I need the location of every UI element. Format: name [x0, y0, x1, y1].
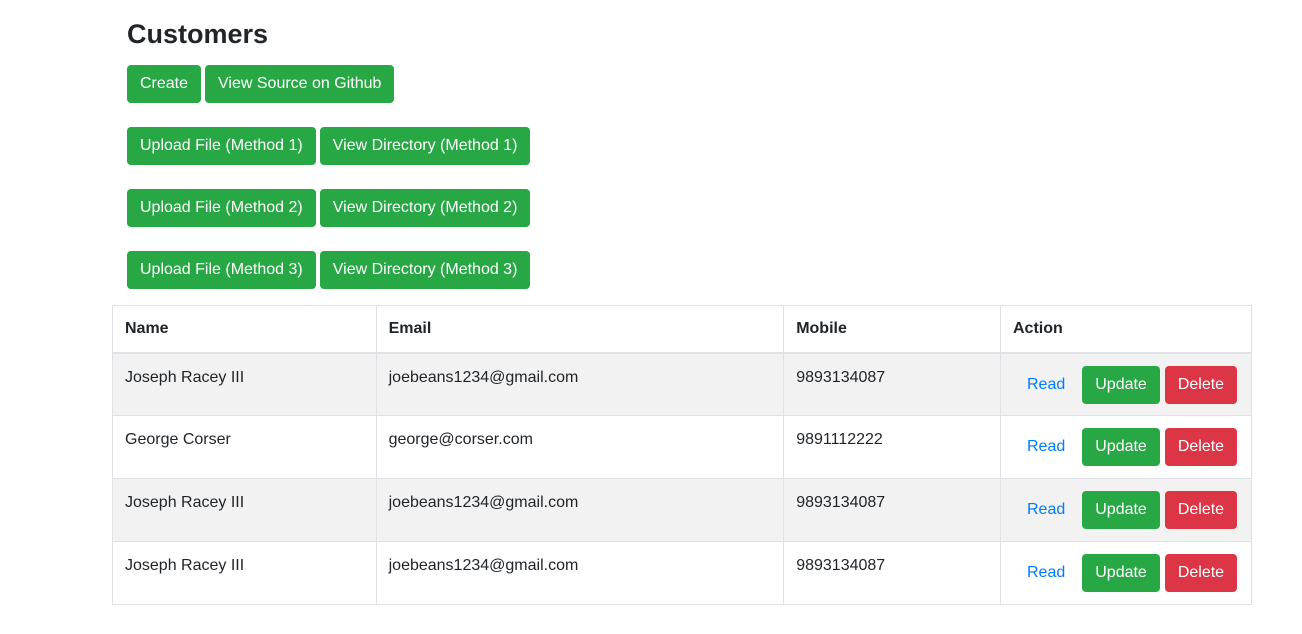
delete-button[interactable]: Delete	[1164, 491, 1238, 529]
create-button[interactable]: Create	[127, 65, 202, 103]
read-button[interactable]: Read	[1015, 554, 1077, 592]
table-body: Joseph Racey III joebeans1234@gmail.com …	[112, 352, 1253, 605]
cell-name: Joseph Racey III	[112, 352, 377, 416]
update-button[interactable]: Update	[1082, 491, 1160, 529]
method-3-button-row: Upload File (Method 3) View Directory (M…	[127, 251, 531, 289]
method-1-button-row: Upload File (Method 1) View Directory (M…	[127, 127, 531, 165]
row-actions: Read Update Delete	[1015, 428, 1239, 466]
header-email: Email	[375, 305, 785, 354]
view-directory-method-2-button[interactable]: View Directory (Method 2)	[319, 189, 531, 227]
view-directory-method-3-button[interactable]: View Directory (Method 3)	[319, 251, 531, 289]
cell-email: george@corser.com	[375, 415, 785, 479]
view-directory-method-1-button[interactable]: View Directory (Method 1)	[319, 127, 531, 165]
cell-action: Read Update Delete	[999, 478, 1253, 542]
header-mobile: Mobile	[783, 305, 1001, 354]
cell-action: Read Update Delete	[999, 415, 1253, 479]
cell-name: George Corser	[112, 415, 377, 479]
header-name: Name	[112, 305, 377, 354]
customers-table: Name Email Mobile Action Joseph Racey II…	[112, 305, 1253, 605]
table-header: Name Email Mobile Action	[112, 305, 1253, 354]
cell-name: Joseph Racey III	[112, 478, 377, 542]
upload-file-method-2-button[interactable]: Upload File (Method 2)	[127, 189, 316, 227]
table-row: Joseph Racey III joebeans1234@gmail.com …	[112, 478, 1253, 542]
table-row: Joseph Racey III joebeans1234@gmail.com …	[112, 352, 1253, 416]
cell-name: Joseph Racey III	[112, 541, 377, 605]
read-button[interactable]: Read	[1015, 366, 1077, 404]
cell-email: joebeans1234@gmail.com	[375, 478, 785, 542]
method-2-button-row: Upload File (Method 2) View Directory (M…	[127, 189, 531, 227]
row-actions: Read Update Delete	[1015, 554, 1239, 592]
view-source-github-button[interactable]: View Source on Github	[205, 65, 395, 103]
cell-email: joebeans1234@gmail.com	[375, 541, 785, 605]
upload-file-method-1-button[interactable]: Upload File (Method 1)	[127, 127, 316, 165]
cell-action: Read Update Delete	[999, 352, 1253, 416]
cell-email: joebeans1234@gmail.com	[375, 352, 785, 416]
update-button[interactable]: Update	[1082, 365, 1160, 404]
read-button[interactable]: Read	[1015, 428, 1077, 466]
cell-mobile: 9891112222	[783, 415, 1001, 479]
top-button-row: Create View Source on Github	[127, 65, 395, 103]
cell-mobile: 9893134087	[783, 541, 1001, 605]
header-action: Action	[999, 305, 1253, 354]
update-button[interactable]: Update	[1082, 428, 1160, 466]
delete-button[interactable]: Delete	[1164, 554, 1238, 592]
table-row: Joseph Racey III joebeans1234@gmail.com …	[112, 541, 1253, 605]
read-button[interactable]: Read	[1015, 491, 1077, 529]
table-row: George Corser george@corser.com 98911122…	[112, 415, 1253, 479]
delete-button[interactable]: Delete	[1164, 428, 1238, 466]
page-container: Customers Create View Source on Github U…	[0, 0, 1302, 634]
cell-mobile: 9893134087	[783, 478, 1001, 542]
row-actions: Read Update Delete	[1015, 365, 1239, 404]
upload-file-method-3-button[interactable]: Upload File (Method 3)	[127, 251, 316, 289]
row-actions: Read Update Delete	[1015, 491, 1239, 529]
page-title: Customers	[127, 19, 269, 49]
table-header-row: Name Email Mobile Action	[112, 305, 1253, 354]
cell-mobile: 9893134087	[783, 352, 1001, 416]
delete-button[interactable]: Delete	[1164, 365, 1238, 404]
update-button[interactable]: Update	[1082, 554, 1160, 592]
cell-action: Read Update Delete	[999, 541, 1253, 605]
